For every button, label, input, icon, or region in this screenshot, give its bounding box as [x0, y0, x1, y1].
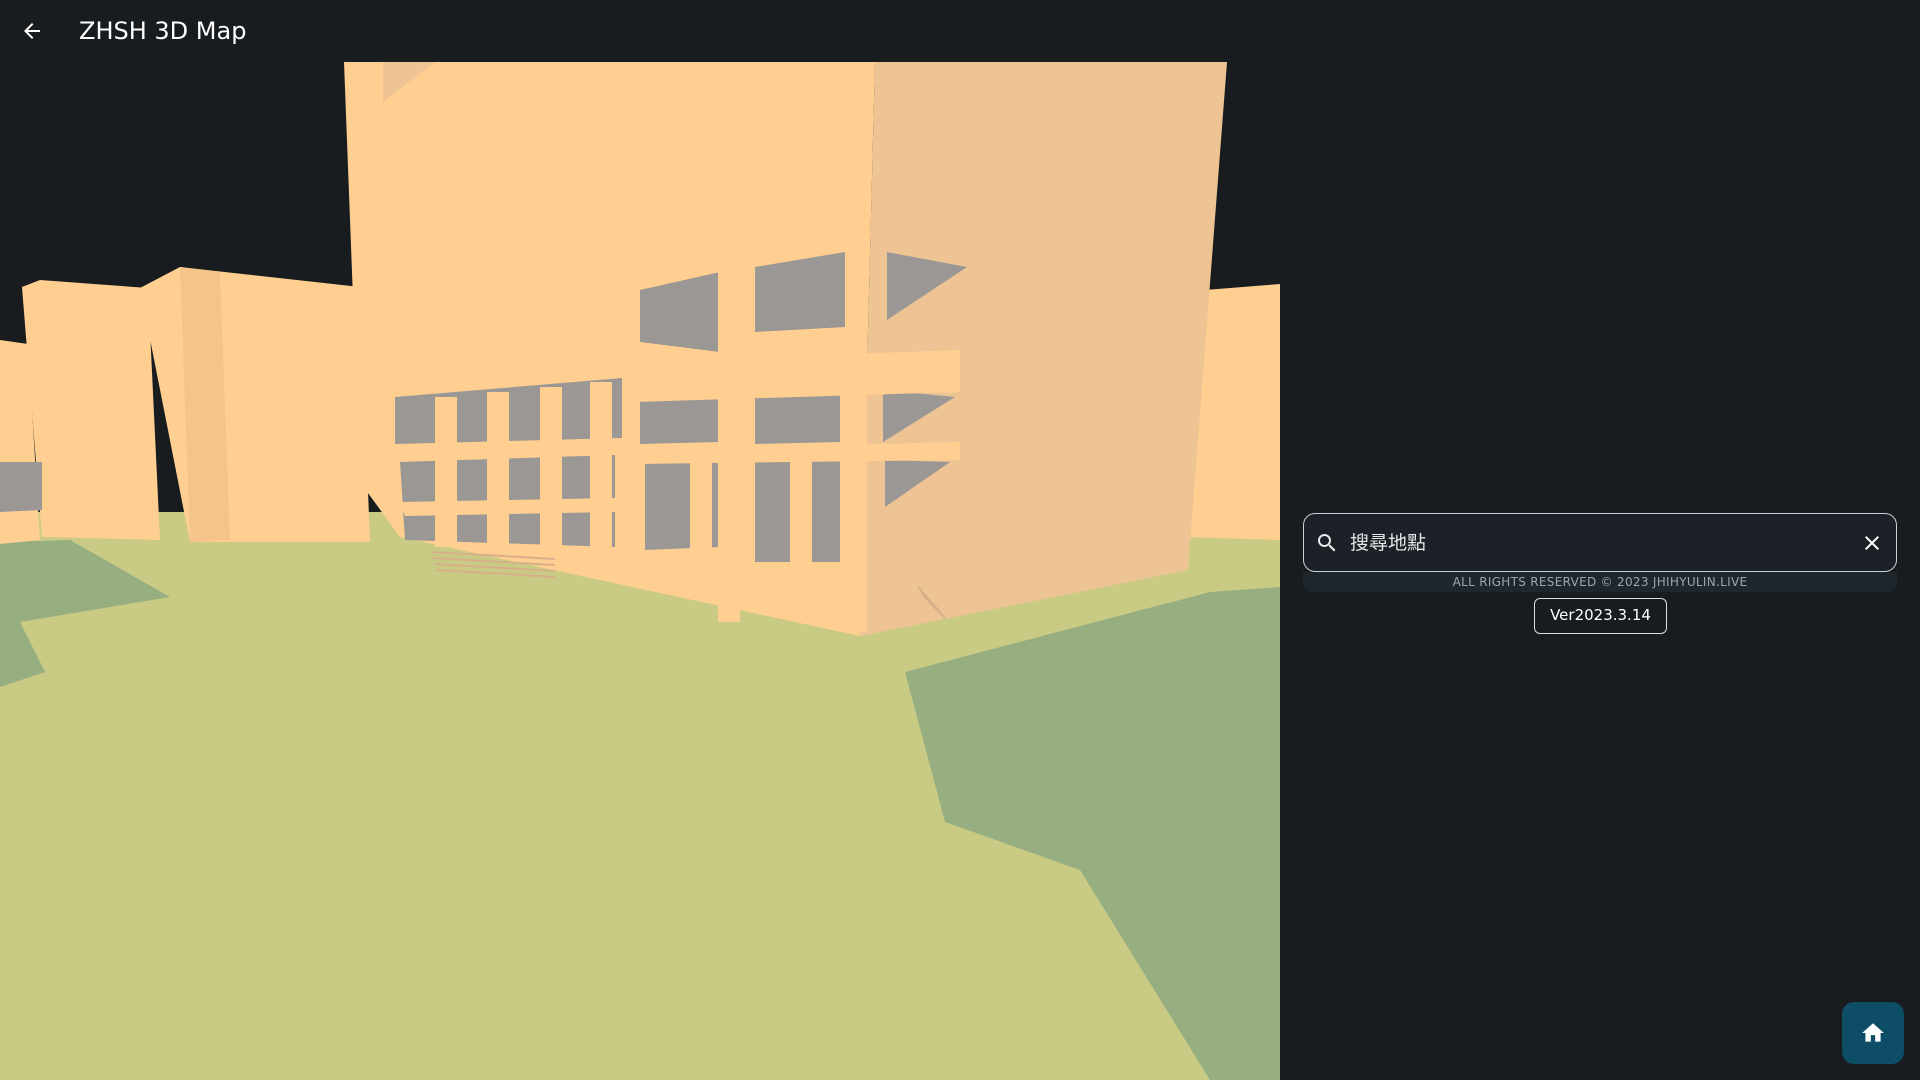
- home-icon: [1862, 1023, 1884, 1042]
- close-icon: [1865, 536, 1879, 550]
- main-building-side: [860, 62, 1227, 636]
- map-3d-viewport[interactable]: [0, 62, 1280, 1080]
- top-app-bar: ZHSH 3D Map: [0, 0, 1920, 62]
- search-input[interactable]: [1348, 522, 1842, 564]
- grey-structure: [0, 462, 42, 512]
- version-badge: Ver2023.3.14: [1534, 598, 1667, 634]
- building: [140, 267, 370, 542]
- search-icon: [1318, 534, 1336, 552]
- building: [22, 280, 160, 540]
- map-scene: [0, 62, 1280, 1080]
- clear-search-button[interactable]: [1858, 529, 1886, 557]
- home-button[interactable]: [1842, 1002, 1904, 1064]
- page-title: ZHSH 3D Map: [79, 17, 247, 45]
- arrow-left-icon: [24, 23, 40, 39]
- copyright-text: ALL RIGHTS RESERVED © 2023 JHIHYULIN.LIV…: [1452, 575, 1748, 589]
- search-bar[interactable]: [1303, 513, 1897, 572]
- app-root: ZHSH 3D Map 搜尋地點 ALL RIGHTS RESERVED © 2…: [0, 0, 1920, 1080]
- back-button[interactable]: [14, 13, 50, 49]
